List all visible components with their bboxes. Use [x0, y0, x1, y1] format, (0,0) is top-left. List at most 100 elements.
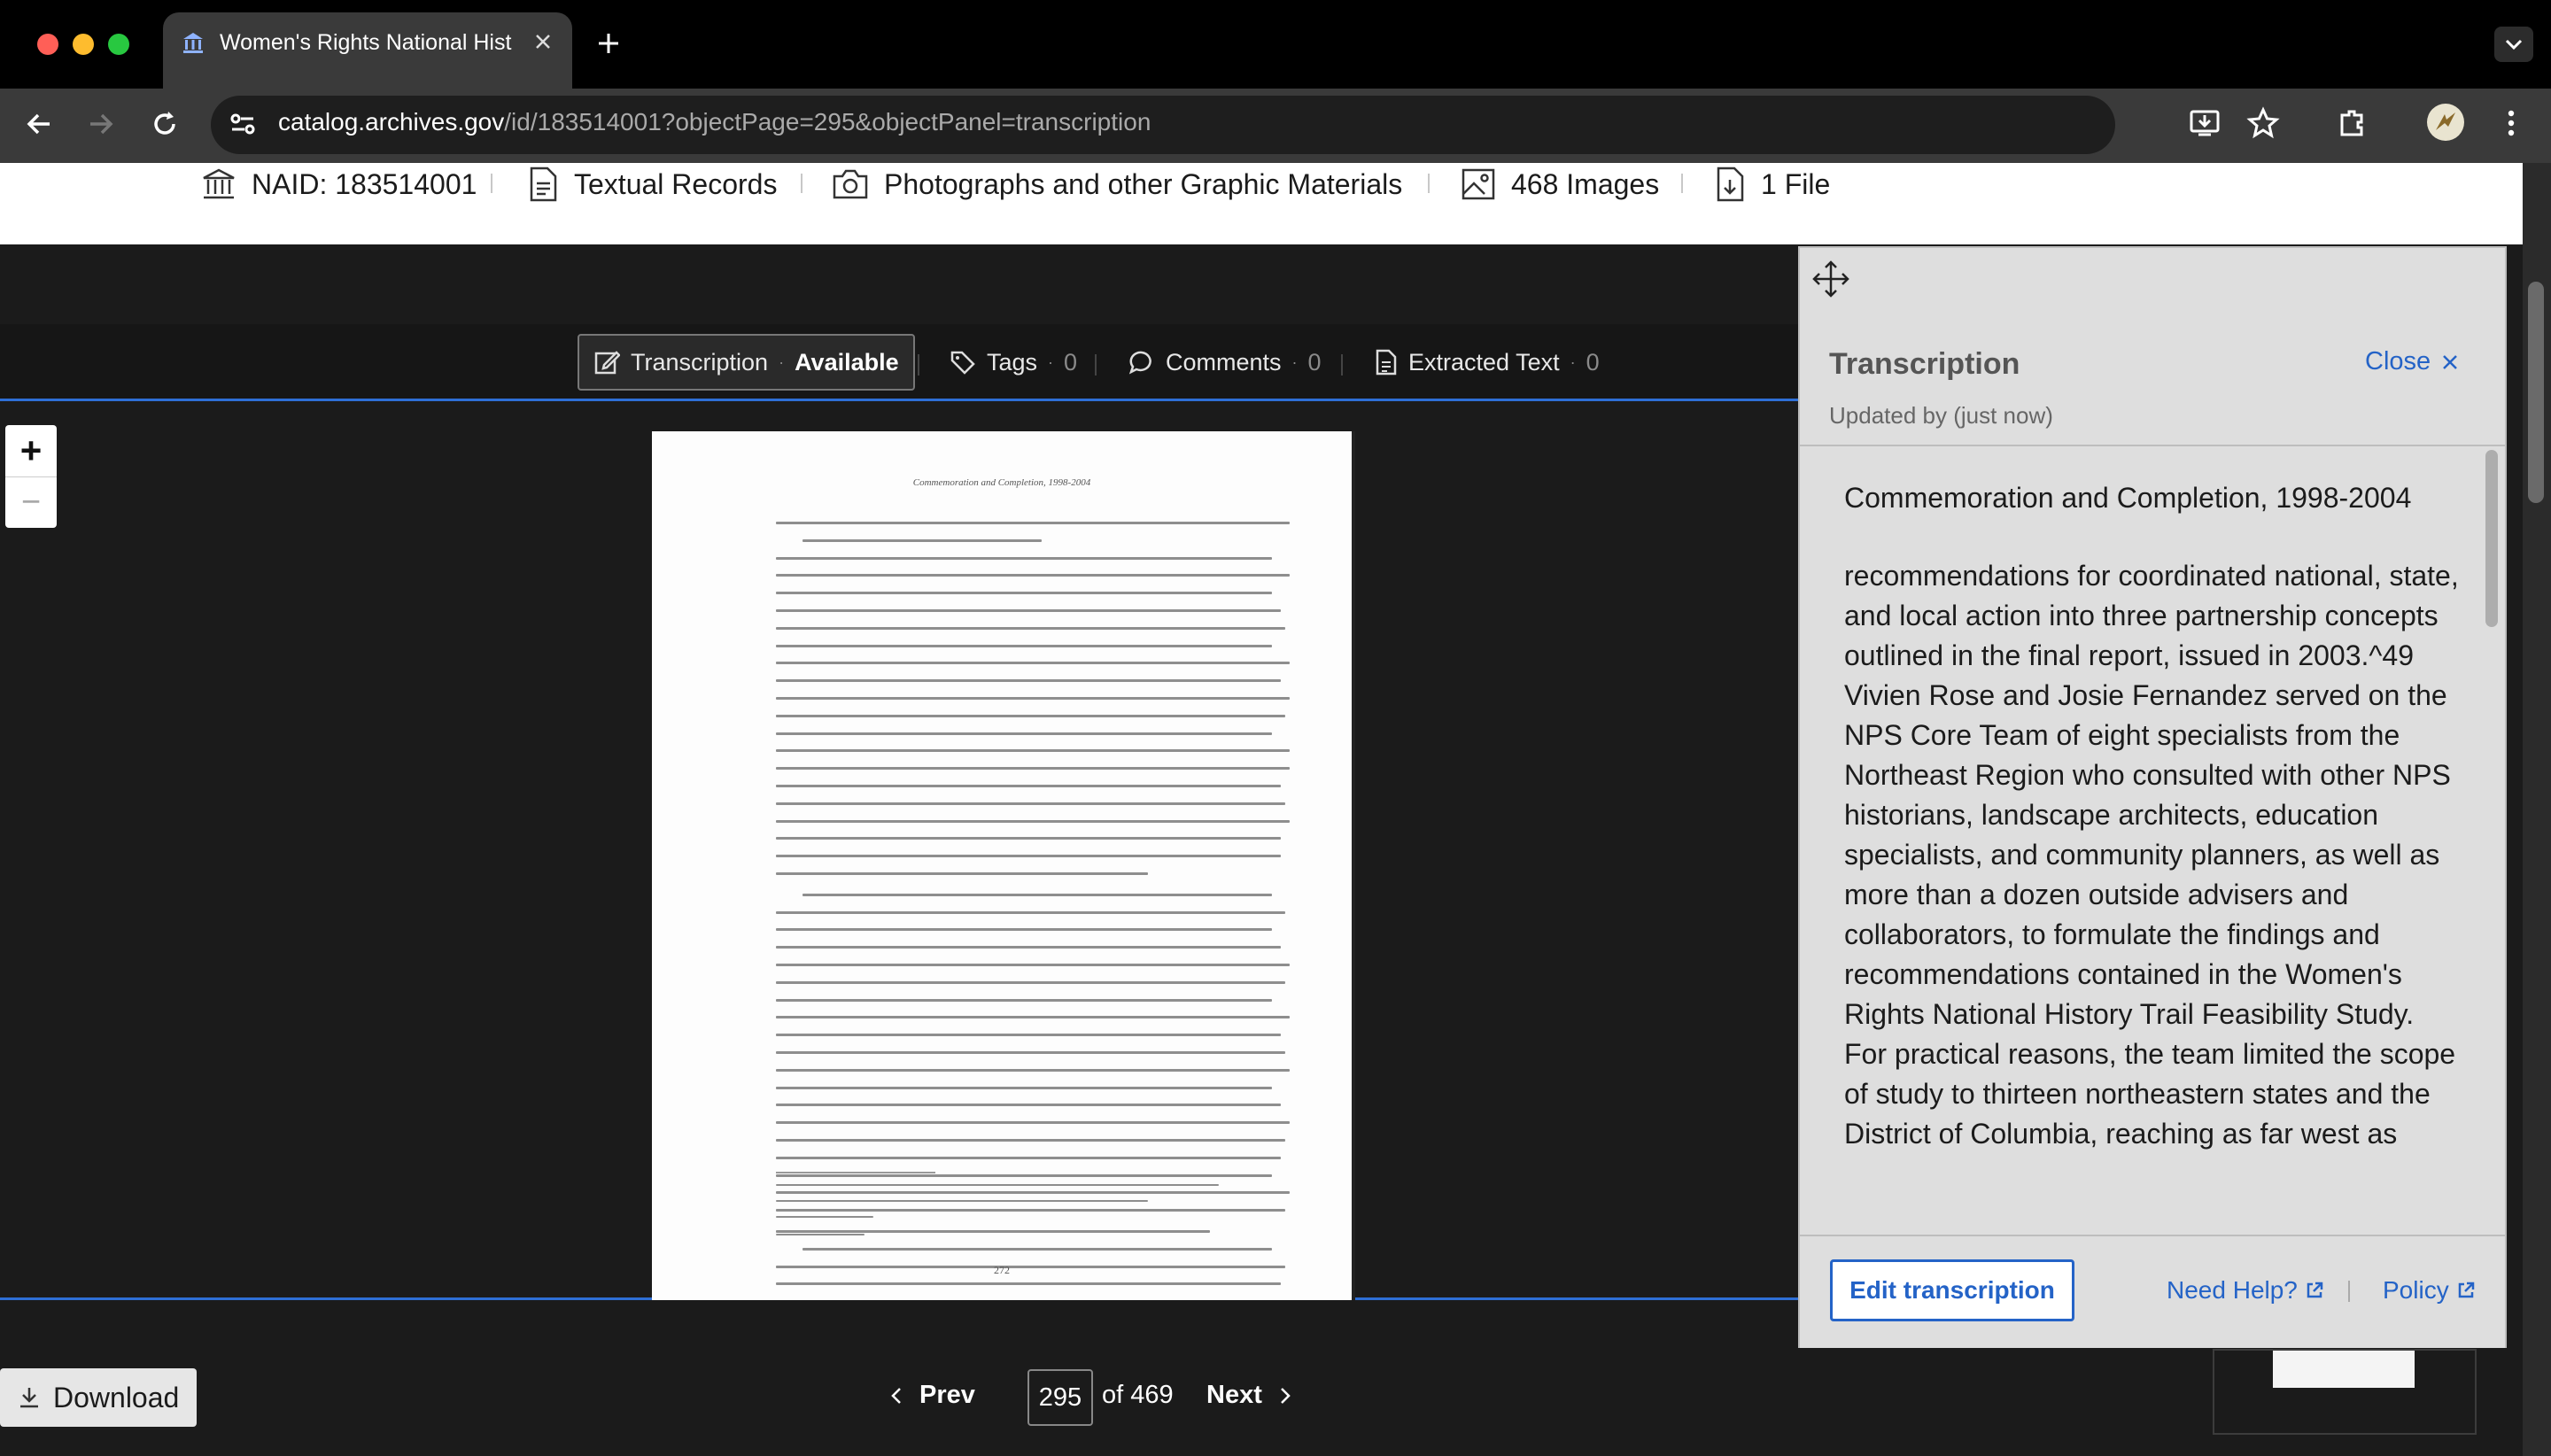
- url-path: /id/183514001?objectPage=295&objectPanel…: [504, 108, 1151, 136]
- transcription-scrollbar-thumb[interactable]: [2485, 450, 2498, 627]
- tab-tags-label: Tags: [987, 348, 1038, 376]
- viewer-header: [0, 244, 1798, 324]
- page-thumbnail[interactable]: [2213, 1349, 2477, 1435]
- page-number-input[interactable]: [1027, 1369, 1093, 1426]
- updated-by-text: Updated by (just now): [1829, 402, 2053, 429]
- text-line: [776, 522, 1290, 524]
- download-icon: [18, 1385, 41, 1410]
- tab-comments[interactable]: Comments · 0: [1128, 339, 1322, 385]
- zoom-window-button[interactable]: [108, 34, 129, 55]
- text-line: [776, 1086, 1272, 1089]
- download-button[interactable]: Download: [0, 1368, 197, 1427]
- tab-search-chevron-icon[interactable]: [2494, 27, 2533, 62]
- scanned-document-page: Commemoration and Completion, 1998-2004 …: [652, 431, 1352, 1301]
- footnote-rule: [776, 1172, 935, 1173]
- bookmark-star-icon[interactable]: [2246, 106, 2280, 140]
- text-line: [776, 679, 1281, 683]
- prev-label: Prev: [919, 1381, 975, 1409]
- reload-icon[interactable]: [149, 108, 181, 140]
- tab-tags[interactable]: Tags · 0: [950, 339, 1077, 385]
- text-line: [776, 697, 1290, 700]
- text-line: [776, 1121, 1290, 1125]
- text-line: [776, 626, 1285, 630]
- document-running-head: Commemoration and Completion, 1998-2004: [912, 477, 1091, 488]
- back-arrow-icon[interactable]: [23, 108, 55, 140]
- text-line: [776, 785, 1281, 787]
- text-line: [776, 1191, 1290, 1195]
- dot-separator: ·: [1291, 352, 1298, 371]
- text-line: [776, 644, 1272, 647]
- policy-label: Policy: [2383, 1276, 2449, 1304]
- browser-menu-icon[interactable]: [2498, 106, 2524, 140]
- text-line: [776, 662, 1290, 665]
- next-label: Next: [1206, 1381, 1262, 1409]
- tab-transcription[interactable]: Transcription · Available: [578, 334, 915, 391]
- text-line: [776, 946, 1281, 949]
- text-line: [776, 574, 1290, 577]
- viewer-bottom-bar: [0, 1300, 1798, 1456]
- text-line: [776, 910, 1285, 914]
- edit-transcription-button[interactable]: Edit transcription: [1830, 1259, 2074, 1321]
- close-tab-icon[interactable]: [531, 30, 554, 53]
- forward-arrow-icon[interactable]: [85, 108, 117, 140]
- text-line: [776, 749, 1290, 753]
- next-page-button[interactable]: Next: [1206, 1381, 1292, 1410]
- new-tab-icon[interactable]: [595, 30, 622, 57]
- text-line: [776, 1104, 1281, 1107]
- text-line: [776, 1051, 1285, 1054]
- file-count-text: 1 File: [1761, 167, 1831, 200]
- images-count-item: 468 Images: [1460, 163, 1659, 205]
- move-panel-icon[interactable]: [1811, 259, 1851, 299]
- close-window-button[interactable]: [37, 34, 58, 55]
- extensions-icon[interactable]: [2335, 106, 2369, 140]
- meta-divider: [801, 174, 803, 193]
- text-line: [776, 855, 1281, 858]
- tab-comments-count: 0: [1307, 348, 1322, 376]
- page-total-text: of 469: [1102, 1381, 1174, 1409]
- close-panel-button[interactable]: Close: [2365, 347, 2459, 376]
- minimize-window-button[interactable]: [73, 34, 94, 55]
- text-line: [776, 1156, 1281, 1159]
- text-line: [776, 1139, 1285, 1142]
- tab-divider: [918, 354, 919, 376]
- file-count-item: 1 File: [1713, 163, 1830, 205]
- text-line: [776, 964, 1290, 966]
- file-download-icon: [1713, 166, 1747, 203]
- tab-divider: [1095, 354, 1097, 376]
- naid-text: NAID: 183514001: [252, 167, 477, 200]
- install-app-icon[interactable]: [2188, 106, 2221, 140]
- text-line: [776, 998, 1272, 1002]
- text-document-icon: [1375, 349, 1398, 376]
- zoom-out-button[interactable]: −: [5, 476, 57, 528]
- text-line: [803, 538, 1042, 542]
- tab-extracted-label: Extracted Text: [1408, 348, 1560, 376]
- tab-extracted-count: 0: [1586, 348, 1600, 376]
- dot-separator: ·: [1570, 352, 1576, 371]
- text-line: [776, 556, 1272, 560]
- url-text: catalog.archives.gov/id/183514001?object…: [278, 108, 1151, 136]
- text-line: [776, 980, 1285, 984]
- footer-divider: [2348, 1281, 2350, 1302]
- external-link-icon: [2456, 1281, 2476, 1300]
- profile-avatar[interactable]: [2427, 104, 2464, 141]
- text-line: [776, 837, 1281, 840]
- browser-tab[interactable]: Women's Rights National Hist: [163, 12, 572, 89]
- edit-icon: [593, 349, 620, 376]
- tab-extracted-text[interactable]: Extracted Text · 0: [1375, 339, 1600, 385]
- need-help-link[interactable]: Need Help?: [2167, 1276, 2324, 1305]
- text-line: [776, 1016, 1290, 1019]
- tab-comments-label: Comments: [1166, 348, 1282, 376]
- dot-separator: ·: [1048, 352, 1054, 371]
- site-settings-icon[interactable]: [227, 108, 259, 140]
- policy-link[interactable]: Policy: [2383, 1276, 2476, 1305]
- prev-page-button[interactable]: Prev: [889, 1381, 975, 1410]
- camera-icon: [831, 166, 870, 203]
- url-host: catalog.archives.gov: [278, 108, 505, 136]
- page-scrollbar-thumb[interactable]: [2528, 282, 2544, 503]
- tab-tags-count: 0: [1064, 348, 1078, 376]
- close-icon: [2441, 353, 2459, 371]
- text-line: [776, 802, 1285, 805]
- transcription-text-area[interactable]: Commemoration and Completion, 1998-2004 …: [1800, 446, 2485, 1235]
- text-line: [776, 732, 1272, 735]
- zoom-in-button[interactable]: +: [5, 425, 57, 477]
